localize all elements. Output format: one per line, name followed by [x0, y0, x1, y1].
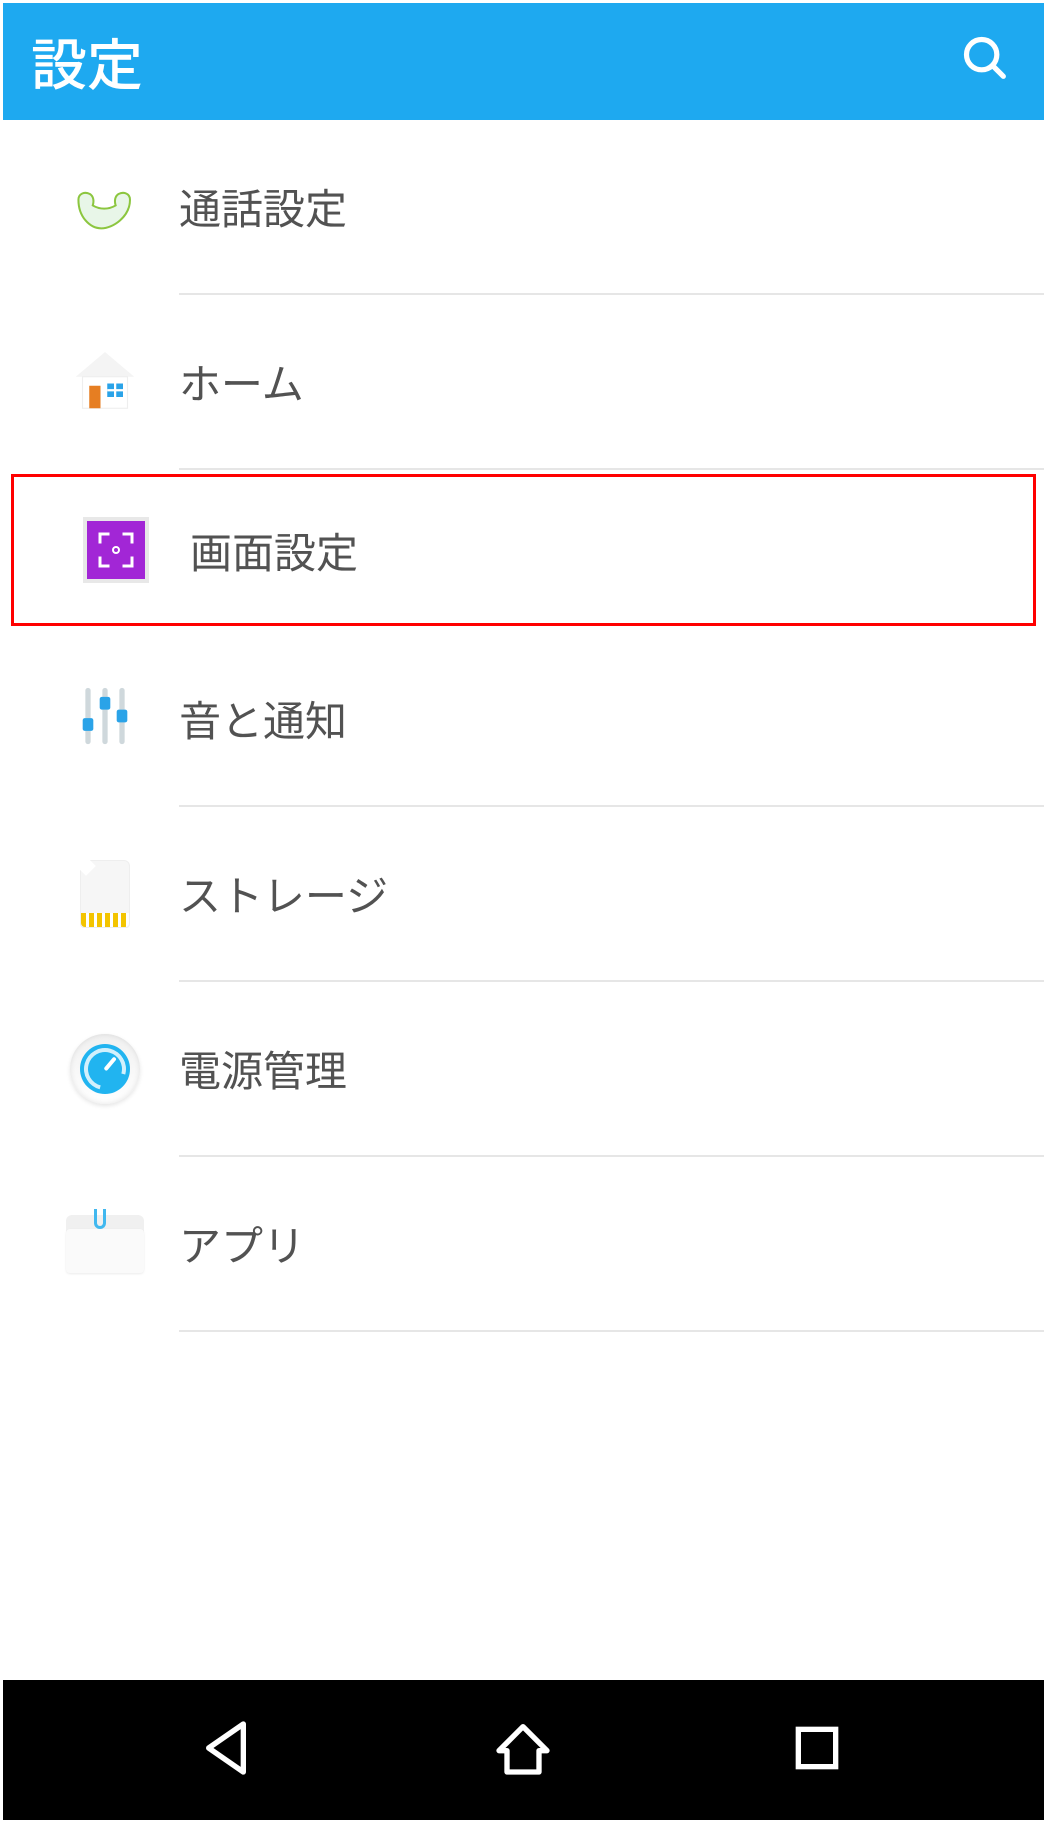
- system-navbar: [3, 1680, 1044, 1820]
- home-nav-icon: [491, 1716, 555, 1785]
- settings-item-label: ストレージ: [179, 863, 388, 924]
- settings-item-label: 音と通知: [179, 688, 347, 749]
- settings-item-sound[interactable]: 音と通知: [3, 632, 1044, 805]
- settings-item-apps[interactable]: アプリ: [3, 1157, 1044, 1330]
- settings-item-label: ホーム: [179, 351, 304, 412]
- highlight-frame: 画面設定: [11, 474, 1036, 626]
- divider: [179, 468, 1044, 470]
- home-icon: [31, 343, 179, 420]
- page-title: 設定: [31, 21, 143, 102]
- phone-icon: [31, 168, 179, 245]
- sliders-icon: [31, 682, 179, 755]
- settings-item-home[interactable]: ホーム: [3, 295, 1044, 468]
- recent-icon: [785, 1716, 849, 1785]
- back-icon: [198, 1716, 262, 1785]
- search-button[interactable]: [956, 32, 1016, 92]
- folder-icon: [31, 1215, 179, 1273]
- nav-back-button[interactable]: [185, 1705, 275, 1795]
- settings-item-label: 通話設定: [179, 176, 347, 237]
- settings-item-call[interactable]: 通話設定: [3, 120, 1044, 293]
- sdcard-icon: [31, 860, 179, 928]
- settings-item-label: 画面設定: [190, 520, 358, 581]
- settings-item-power[interactable]: 電源管理: [3, 982, 1044, 1155]
- nav-home-button[interactable]: [478, 1705, 568, 1795]
- display-icon: [42, 521, 190, 579]
- settings-list: 通話設定 ホーム: [3, 120, 1044, 1686]
- appbar: 設定: [3, 3, 1044, 120]
- settings-item-label: 電源管理: [179, 1038, 347, 1099]
- divider: [179, 1330, 1044, 1332]
- gauge-icon: [31, 1034, 179, 1104]
- search-icon: [960, 33, 1012, 90]
- settings-item-display[interactable]: 画面設定: [14, 477, 1033, 623]
- settings-item-label: アプリ: [179, 1213, 305, 1274]
- nav-recent-button[interactable]: [772, 1705, 862, 1795]
- settings-item-storage[interactable]: ストレージ: [3, 807, 1044, 980]
